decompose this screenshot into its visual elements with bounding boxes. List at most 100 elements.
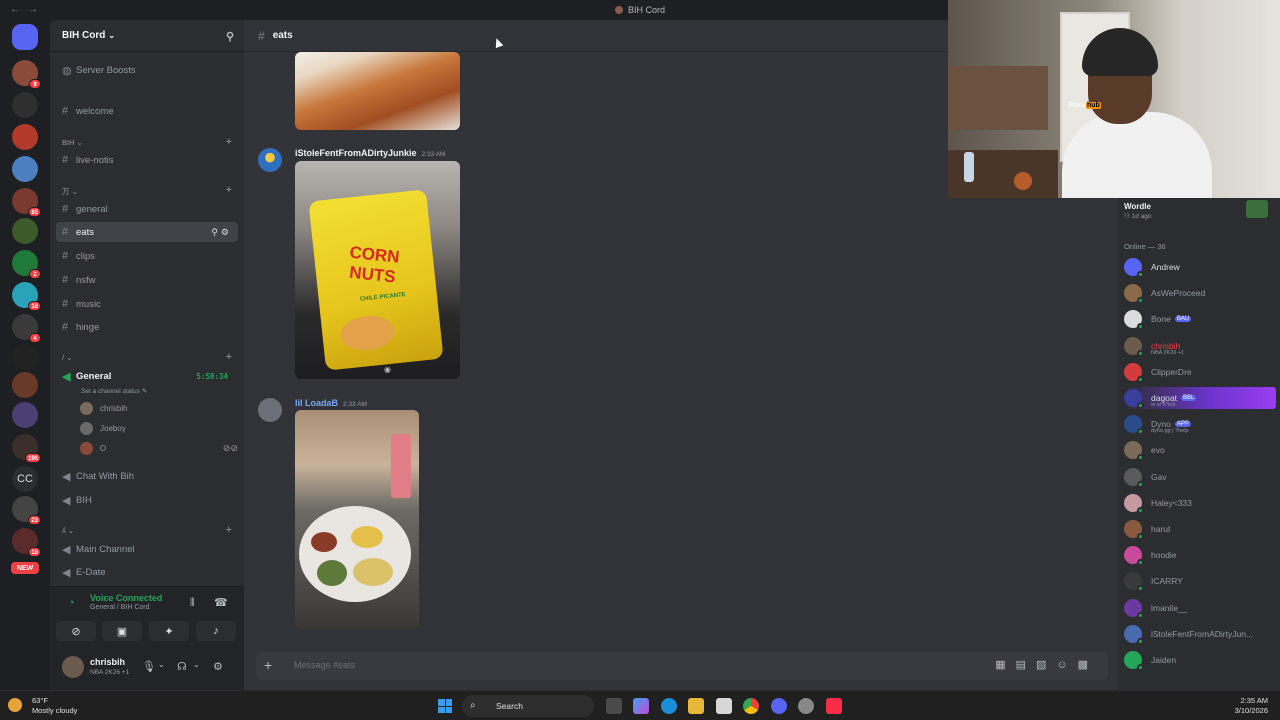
voice-channel-general[interactable]: ◀ General 5:50:34 — [56, 366, 238, 386]
file-explorer-icon[interactable] — [688, 698, 704, 714]
food-image-corn-nuts[interactable]: CORN NUTS CHILE PICANTE ◉ — [295, 161, 460, 379]
channel-welcome[interactable]: # welcome — [56, 101, 238, 121]
back-forward-icon[interactable]: ←→ — [10, 4, 46, 15]
category-header[interactable]: ʎ ⌄ + — [62, 524, 232, 536]
member-item[interactable]: dagoat BBL w or b*tch — [1124, 387, 1276, 409]
taskbar-search[interactable]: ⌕ Search — [462, 695, 594, 717]
discord-home-icon[interactable] — [12, 24, 38, 50]
server-boosts[interactable]: ◍ Server Boosts — [56, 60, 238, 80]
voice-connected-title[interactable]: Voice Connected — [90, 593, 162, 603]
chrome-icon[interactable] — [743, 698, 759, 714]
soundboard-button[interactable]: ♪ — [196, 621, 236, 641]
chevron-down-icon[interactable]: ⌄ — [193, 660, 200, 669]
member-item[interactable]: ClipperDre — [1124, 361, 1276, 383]
noise-suppression-icon[interactable]: ⫴ — [190, 597, 195, 610]
server-item[interactable] — [12, 344, 38, 370]
add-channel-icon[interactable]: + — [226, 524, 232, 536]
channel-nsfw[interactable]: # nsfw — [56, 270, 238, 290]
activity-title[interactable]: Wordle — [1124, 202, 1151, 211]
member-item[interactable]: lmanile__ — [1124, 597, 1276, 619]
channel-general[interactable]: # general — [56, 199, 238, 219]
member-item[interactable]: iStoleFentFromADirtyJun... — [1124, 623, 1276, 645]
add-channel-icon[interactable]: + — [226, 351, 232, 363]
server-item[interactable]: 85 — [12, 188, 41, 217]
disconnect-icon[interactable]: ☎ — [214, 596, 228, 609]
server-item[interactable] — [12, 218, 38, 244]
headphones-icon[interactable]: ☊ — [177, 660, 187, 673]
discord-icon[interactable] — [771, 698, 787, 714]
member-item[interactable]: chrisbih NBA 2K26 +1 — [1124, 335, 1276, 357]
activities-button[interactable]: ✦ — [149, 621, 189, 641]
edge-icon[interactable] — [661, 698, 677, 714]
avatar[interactable] — [62, 656, 84, 678]
channel-settings-icon[interactable]: ⚲⚙ — [211, 227, 232, 238]
member-item[interactable]: Bone BAU — [1124, 308, 1276, 331]
gear-icon[interactable]: ⚙ — [213, 660, 223, 673]
voice-user[interactable]: chrisbih — [80, 400, 128, 416]
category-header[interactable]: BIH ⌄ + — [62, 136, 232, 148]
category-header[interactable]: 万 ⌄ + — [62, 184, 232, 197]
avatar[interactable] — [258, 148, 282, 172]
server-header[interactable]: BIH Cord ⌄ ⚲ — [50, 20, 244, 52]
chevron-down-icon[interactable]: ⌄ — [158, 660, 165, 669]
server-item[interactable] — [12, 156, 38, 182]
member-item[interactable]: harut — [1124, 518, 1276, 540]
server-item[interactable]: 4 — [12, 314, 41, 343]
server-item[interactable]: 2 — [12, 250, 41, 279]
voice-channel-chat-with-bih[interactable]: ◀ Chat With Bih — [56, 466, 238, 486]
add-channel-icon[interactable]: + — [226, 184, 232, 196]
screen-share-button[interactable]: ▣ — [102, 621, 142, 641]
copilot-icon[interactable] — [633, 698, 649, 714]
member-item[interactable]: Dyno APP dyno.gg | ?help — [1124, 413, 1276, 436]
new-servers-pill[interactable]: NEW — [11, 562, 39, 574]
member-item[interactable]: Andrew — [1124, 256, 1276, 278]
voice-user[interactable]: O ⊘⊘ — [80, 440, 238, 456]
member-item[interactable]: Haley<333 — [1124, 492, 1276, 514]
member-item[interactable]: Gav — [1124, 466, 1276, 488]
server-item[interactable] — [12, 92, 38, 118]
member-item[interactable]: hoodie — [1124, 544, 1276, 567]
server-item[interactable]: 9 — [12, 60, 41, 89]
server-item[interactable]: 18 — [12, 528, 41, 557]
add-attachment-icon[interactable]: + — [264, 657, 272, 673]
store-icon[interactable] — [716, 698, 732, 714]
server-item[interactable]: 18 — [12, 282, 41, 311]
voice-channel-main[interactable]: ◀ Main Channel — [56, 539, 238, 559]
server-item[interactable] — [12, 372, 38, 398]
invite-people-icon[interactable]: ⚲ — [226, 30, 234, 43]
message-author[interactable]: lil LoadaB — [295, 398, 338, 408]
app-icon[interactable] — [798, 698, 814, 714]
category-header[interactable]: / ⌄ + — [62, 351, 232, 363]
channel-music[interactable]: # music — [56, 294, 238, 314]
channel-eats[interactable]: # eats ⚲⚙ — [56, 222, 238, 242]
camera-button[interactable]: ⊘ — [56, 621, 96, 641]
signal-icon[interactable]: ◔ — [68, 597, 75, 609]
server-item[interactable] — [12, 402, 38, 428]
member-item[interactable]: AsWeProceed — [1124, 282, 1276, 305]
task-view-icon[interactable] — [606, 698, 622, 714]
microphone-icon[interactable]: 🎙︎ — [142, 660, 156, 673]
wordle-icon[interactable] — [1246, 200, 1268, 218]
server-item[interactable] — [12, 124, 38, 150]
server-item-cc[interactable]: CC — [12, 466, 38, 492]
voice-user[interactable]: Joeboy — [80, 420, 126, 436]
avatar[interactable] — [258, 398, 282, 422]
member-item[interactable]: Jaiden — [1124, 649, 1276, 671]
food-image-platter[interactable] — [295, 410, 419, 629]
taskbar-clock[interactable]: 2:35 AM 3/10/2026 — [1235, 696, 1268, 716]
message-author[interactable]: iStoleFentFromADirtyJunkie — [295, 148, 417, 158]
member-item[interactable]: evo — [1124, 439, 1276, 462]
music-app-icon[interactable] — [826, 698, 842, 714]
channel-status[interactable]: Set a channel status ✎ — [81, 387, 147, 395]
server-item[interactable]: 196 — [12, 434, 41, 463]
voice-channel-e-date[interactable]: ◀ E-Date — [56, 562, 238, 582]
windows-start-icon[interactable] — [438, 699, 452, 713]
user-name[interactable]: chrisbih — [90, 657, 125, 667]
channel-clips[interactable]: # clips — [56, 246, 238, 266]
channel-hinge[interactable]: # hinge — [56, 317, 238, 337]
voice-channel-bih[interactable]: ◀ BIH — [56, 490, 238, 510]
server-item[interactable]: 23 — [12, 496, 41, 525]
member-item[interactable]: ICARRY — [1124, 570, 1276, 593]
channel-live-notis[interactable]: # live-notis — [56, 150, 238, 170]
add-channel-icon[interactable]: + — [226, 136, 232, 148]
